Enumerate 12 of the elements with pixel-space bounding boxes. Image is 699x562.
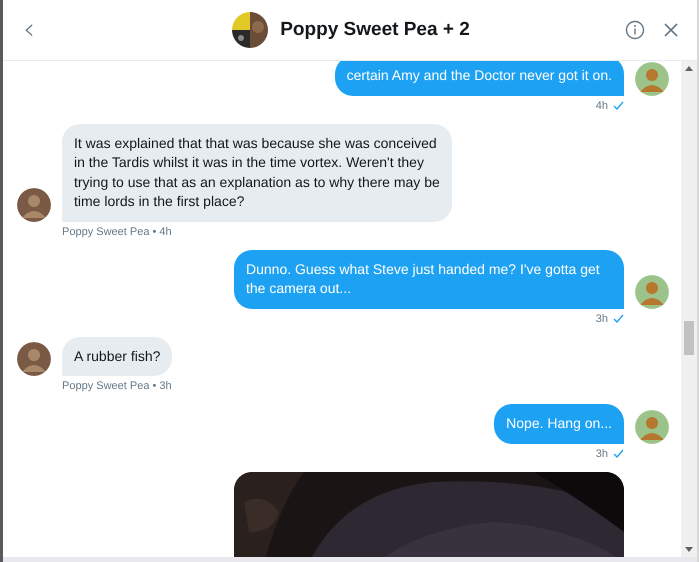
message-time: 4h xyxy=(596,100,608,112)
conversation-title: Poppy Sweet Pea + 2 xyxy=(280,19,470,41)
message-time: 3h xyxy=(596,312,608,324)
message-bubble: Dunno. Guess what Steve just handed me? I've gotta get the camera out... xyxy=(234,250,624,308)
message-meta: Poppy Sweet Pea • 3h xyxy=(62,380,172,392)
message-bubble: A rubber fish? xyxy=(62,336,172,376)
message-bubble: certain Amy and the Doctor never got it on. xyxy=(334,61,624,96)
message-bubble: Nope. Hang on... xyxy=(494,404,624,444)
message-time: 3h xyxy=(596,448,608,460)
back-button[interactable]: ‹ xyxy=(17,15,41,45)
message-meta: Poppy Sweet Pea • 4h xyxy=(62,226,172,238)
message-bubble: It was explained that that was because she was conceived in the Tardis whilst it was in the time vortex. Weren't they trying to use that as an explanation as to why there may be time lords in the first place? xyxy=(62,124,452,222)
